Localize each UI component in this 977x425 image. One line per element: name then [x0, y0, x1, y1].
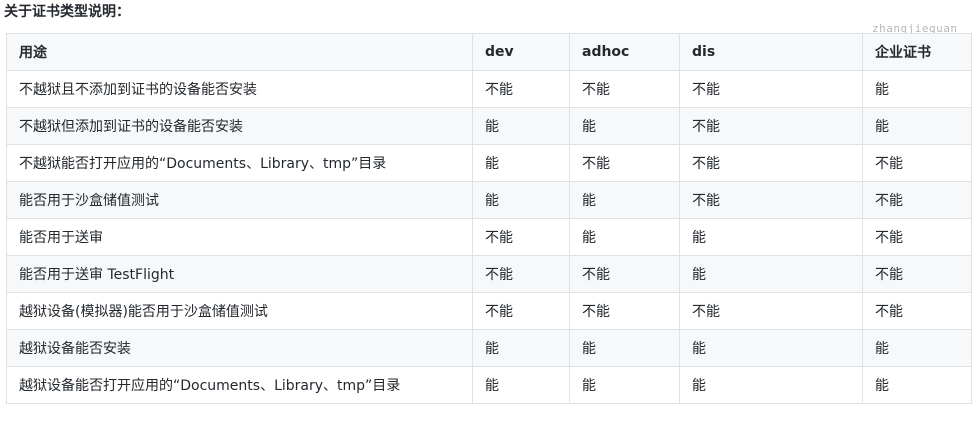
- cell-usage: 越狱设备(模拟器)能否用于沙盒储值测试: [6, 292, 473, 330]
- cell-adhoc: 不能: [569, 144, 680, 182]
- cell-enterprise: 能: [862, 107, 972, 145]
- table-row: 越狱设备(模拟器)能否用于沙盒储值测试 不能 不能 不能 不能: [6, 292, 972, 330]
- cell-dev: 能: [472, 107, 570, 145]
- cell-dis: 能: [679, 255, 863, 293]
- header-dis: dis: [679, 33, 863, 71]
- header-dev: dev: [472, 33, 570, 71]
- certificate-type-table: 用途 dev adhoc dis 企业证书 不越狱且不添加到证书的设备能否安装 …: [6, 33, 972, 404]
- cell-enterprise: 不能: [862, 181, 972, 219]
- table-row: 越狱设备能否打开应用的“Documents、Library、tmp”目录 能 能…: [6, 366, 972, 404]
- table-row: 不越狱且不添加到证书的设备能否安装 不能 不能 不能 能: [6, 70, 972, 108]
- header-adhoc: adhoc: [569, 33, 680, 71]
- cell-usage: 越狱设备能否安装: [6, 329, 473, 367]
- cell-dis: 不能: [679, 144, 863, 182]
- table-row: 越狱设备能否安装 能 能 能 能: [6, 329, 972, 367]
- cell-adhoc: 不能: [569, 255, 680, 293]
- cell-usage: 越狱设备能否打开应用的“Documents、Library、tmp”目录: [6, 366, 473, 404]
- cell-usage: 能否用于送审: [6, 218, 473, 256]
- cell-dev: 不能: [472, 218, 570, 256]
- cell-usage: 不越狱能否打开应用的“Documents、Library、tmp”目录: [6, 144, 473, 182]
- cell-enterprise: 能: [862, 329, 972, 367]
- cell-dev: 不能: [472, 70, 570, 108]
- cell-adhoc: 能: [569, 107, 680, 145]
- cell-dev: 能: [472, 181, 570, 219]
- cell-adhoc: 能: [569, 218, 680, 256]
- cell-enterprise: 不能: [862, 144, 972, 182]
- cell-dis: 能: [679, 329, 863, 367]
- page-heading: 关于证书类型说明：: [4, 4, 130, 20]
- table-row: 不越狱但添加到证书的设备能否安装 能 能 不能 能: [6, 107, 972, 145]
- header-usage: 用途: [6, 33, 473, 71]
- cell-dev: 能: [472, 366, 570, 404]
- cell-adhoc: 能: [569, 329, 680, 367]
- cell-usage: 能否用于送审 TestFlight: [6, 255, 473, 293]
- cell-dev: 不能: [472, 292, 570, 330]
- cell-dis: 能: [679, 366, 863, 404]
- cell-enterprise: 不能: [862, 292, 972, 330]
- cell-dis: 不能: [679, 107, 863, 145]
- cell-enterprise: 不能: [862, 218, 972, 256]
- table-header-row: 用途 dev adhoc dis 企业证书: [6, 33, 972, 71]
- cell-dis: 不能: [679, 181, 863, 219]
- cell-enterprise: 不能: [862, 255, 972, 293]
- cell-dev: 能: [472, 144, 570, 182]
- cell-adhoc: 不能: [569, 292, 680, 330]
- cell-dev: 不能: [472, 255, 570, 293]
- table-row: 不越狱能否打开应用的“Documents、Library、tmp”目录 能 不能…: [6, 144, 972, 182]
- cell-usage: 不越狱但添加到证书的设备能否安装: [6, 107, 473, 145]
- cell-dis: 不能: [679, 70, 863, 108]
- table-row: 能否用于沙盒储值测试 能 能 不能 不能: [6, 181, 972, 219]
- cell-enterprise: 能: [862, 70, 972, 108]
- table-row: 能否用于送审 不能 能 能 不能: [6, 218, 972, 256]
- cell-usage: 不越狱且不添加到证书的设备能否安装: [6, 70, 473, 108]
- cell-adhoc: 不能: [569, 70, 680, 108]
- cell-dis: 不能: [679, 292, 863, 330]
- cell-adhoc: 能: [569, 181, 680, 219]
- table-row: 能否用于送审 TestFlight 不能 不能 能 不能: [6, 255, 972, 293]
- cell-dis: 能: [679, 218, 863, 256]
- cell-dev: 能: [472, 329, 570, 367]
- cell-enterprise: 能: [862, 366, 972, 404]
- header-enterprise: 企业证书: [862, 33, 972, 71]
- cell-usage: 能否用于沙盒储值测试: [6, 181, 473, 219]
- cell-adhoc: 能: [569, 366, 680, 404]
